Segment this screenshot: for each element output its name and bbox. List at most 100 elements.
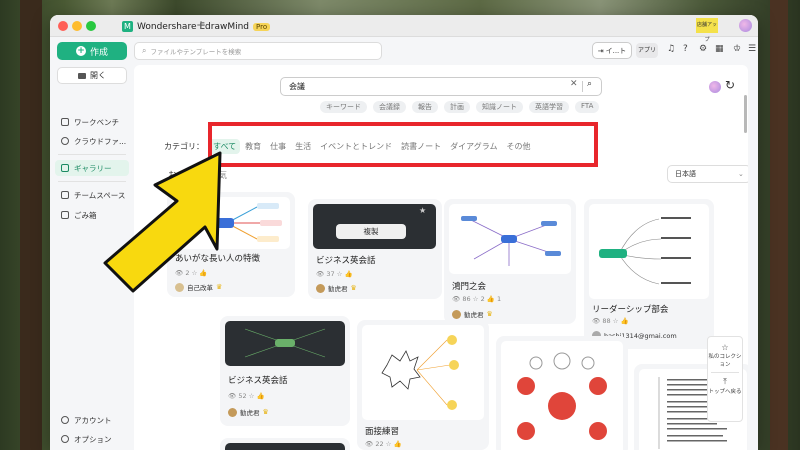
template-card[interactable]	[220, 438, 350, 450]
maximize-window-button[interactable]	[86, 21, 96, 31]
template-thumbnail	[589, 204, 709, 299]
help-icon[interactable]: ?	[683, 44, 688, 54]
user-avatar[interactable]	[739, 19, 752, 32]
new-tab-button[interactable]: +	[196, 18, 206, 32]
template-card[interactable]	[496, 336, 628, 450]
cloud-icon	[61, 137, 69, 145]
notification-bell-icon[interactable]: ♫	[667, 44, 675, 54]
template-card[interactable]: 鴻門之会 👁 86 ☆ 2 👍 1 勧虎君 ♛	[444, 199, 576, 324]
search-submit-icon[interactable]: ⌕	[587, 79, 592, 89]
template-title: 鴻門之会	[452, 282, 487, 292]
background-tree	[770, 0, 788, 450]
app-name: Wondershare EdrawMind	[137, 21, 249, 32]
tag-chip[interactable]: 英語学習	[529, 101, 569, 113]
tag-chip[interactable]: 報告	[412, 101, 438, 113]
open-label: 開く	[90, 71, 106, 80]
back-to-top-button[interactable]: ⤒ トップへ戻る	[708, 377, 742, 395]
sidebar-item-options[interactable]: オプション	[55, 431, 129, 447]
template-card[interactable]: ビジネス英会話 👁 52 ☆ 👍 勧虎君 ♛	[220, 316, 350, 426]
crown-icon: ♛	[262, 408, 269, 416]
refresh-icon[interactable]: ↻	[725, 78, 735, 92]
mindmap-thumbnail	[381, 335, 459, 410]
sidebar-item-label: アカウント	[74, 415, 112, 425]
template-card[interactable]: 複製 ★ ビジネス英会話 👁 37 ☆ 👍 勧虎君 ♛	[308, 199, 442, 299]
star-outline-icon: ☆	[721, 343, 729, 352]
share-count: 1	[496, 295, 502, 303]
template-title: 面接練習	[365, 427, 400, 437]
gear-icon	[61, 435, 69, 443]
list-menu-icon[interactable]: ☰	[748, 44, 756, 54]
category-highlight-box	[208, 122, 598, 167]
panel-divider	[711, 372, 739, 373]
apps-button[interactable]: アプリ	[636, 43, 658, 58]
tag-chip[interactable]: FTA	[575, 101, 600, 113]
sidebar-item-workbench[interactable]: ワークベンチ	[55, 114, 129, 130]
tag-chip[interactable]: キーワード	[320, 101, 367, 113]
floating-panel: ☆ 私のコレクション ⤒ トップへ戻る	[707, 336, 743, 422]
like-count: 2	[480, 295, 485, 303]
pro-badge: Pro	[253, 22, 271, 31]
copy-template-button[interactable]: 複製	[336, 224, 406, 239]
mindmap-thumbnail	[461, 216, 561, 266]
skin-icon[interactable]: ♔	[733, 44, 741, 54]
template-author[interactable]: 勧虎君 ♛	[316, 283, 357, 293]
folder-icon	[78, 72, 86, 79]
close-window-button[interactable]	[58, 21, 68, 31]
clear-search-icon[interactable]: ✕	[570, 79, 578, 89]
minimize-window-button[interactable]	[72, 21, 82, 31]
sidebar-item-label: オプション	[74, 434, 112, 444]
template-card[interactable]: リーダーシップ部会 👁 88 ☆ 👍 hashi1314@gmai.com	[584, 199, 714, 349]
upgrade-badge[interactable]: 店舗アップ	[696, 18, 718, 43]
create-label: 作成	[89, 47, 108, 58]
template-stats: 👁 86 ☆ 2 👍 1	[452, 295, 502, 303]
edrawmind-logo-icon: M	[122, 21, 133, 32]
template-stats: 👁 37 ☆ 👍	[316, 270, 353, 278]
author-name: 勧虎君	[464, 311, 484, 319]
open-button[interactable]: 開く	[57, 67, 127, 84]
gallery-search-input[interactable]: 会議	[280, 77, 602, 96]
settings-gear-icon[interactable]: ⚙	[699, 44, 707, 54]
gallery-user-avatar[interactable]	[709, 81, 721, 93]
language-select[interactable]: 日本語 ⌄	[667, 165, 748, 183]
crown-icon: ♛	[486, 310, 493, 318]
sidebar-item-label: ごみ箱	[74, 210, 97, 220]
chevron-down-icon: ⌄	[738, 170, 744, 178]
tag-chip[interactable]: 知識ノート	[476, 101, 523, 113]
tag-chip[interactable]: 会議録	[373, 101, 406, 113]
author-name: 勧虎君	[328, 285, 348, 293]
tag-chip[interactable]: 計画	[444, 101, 470, 113]
file-search-placeholder: ファイルやテンプレートを検索	[150, 48, 242, 56]
template-thumbnail	[225, 443, 345, 450]
template-stats: 👁 88 ☆ 👍	[592, 317, 629, 325]
view-count: 37	[326, 270, 335, 278]
import-button[interactable]: ⇥ イ...ト	[592, 42, 632, 59]
team-icon	[61, 191, 69, 199]
gallery-icon	[61, 164, 69, 172]
favorite-star-icon[interactable]: ★	[419, 206, 426, 215]
template-author[interactable]: 勧虎君 ♛	[452, 309, 493, 319]
template-stats: 👁 22 ☆ 👍	[365, 440, 402, 448]
author-avatar	[316, 283, 325, 293]
template-thumbnail	[449, 204, 571, 274]
template-author[interactable]: 勧虎君 ♛	[228, 407, 269, 417]
top-bar: ⌕ ファイルやテンプレートを検索 ⇥ イ...ト アプリ ♫ ? ⚙ ▦ ♔ ☰	[134, 37, 758, 65]
create-button[interactable]: + 作成	[57, 42, 127, 60]
author-avatar	[228, 407, 237, 417]
arrow-up-icon: ⤒	[723, 377, 727, 386]
file-search-input[interactable]: ⌕ ファイルやテンプレートを検索	[134, 42, 382, 60]
my-collection-button[interactable]: ☆ 私のコレクション	[708, 343, 742, 368]
import-label: イ...ト	[605, 46, 627, 55]
account-icon	[61, 416, 69, 424]
template-stats: 👁 52 ☆ 👍	[228, 392, 265, 400]
grid-menu-icon[interactable]: ▦	[715, 44, 724, 54]
scrollbar-thumb[interactable]	[744, 95, 747, 133]
search-divider	[582, 81, 583, 92]
suggested-tags: キーワード 会議録 報告 計画 知識ノート 英語学習 FTA	[320, 101, 600, 113]
plus-icon: +	[75, 46, 86, 56]
template-card[interactable]: 面接練習 👁 22 ☆ 👍	[357, 320, 489, 450]
template-title: ビジネス英会話	[228, 376, 288, 386]
sidebar-item-account[interactable]: アカウント	[55, 412, 129, 428]
gallery-search-value: 会議	[289, 82, 305, 91]
my-collection-label: 私のコレクション	[708, 354, 742, 368]
template-thumbnail	[225, 321, 345, 366]
